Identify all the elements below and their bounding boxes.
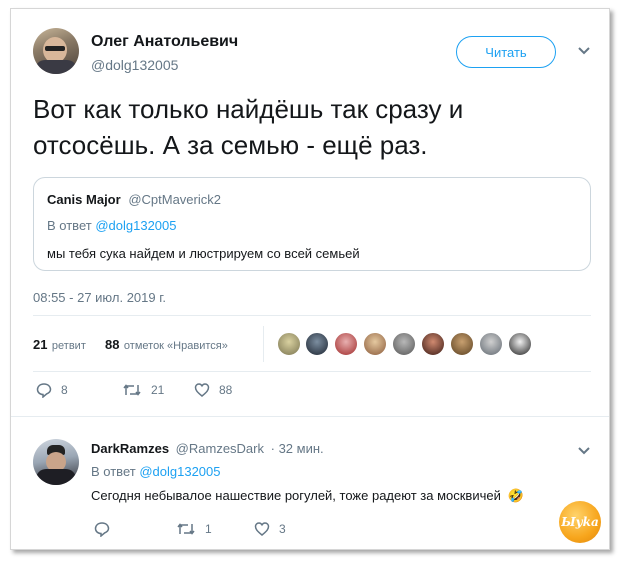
retweet-icon (176, 521, 196, 537)
heart-icon (254, 521, 270, 537)
like-count: 88 (219, 383, 233, 397)
reply-icon (94, 521, 110, 537)
tweet-text-line: отсосёшь. А за семью - ещё раз. (33, 130, 428, 160)
chevron-down-icon[interactable] (577, 43, 591, 59)
author-name[interactable]: Олег Анатольевич (91, 33, 238, 51)
reply-author: DarkRamzes @RamzesDark · 32 мин. (91, 441, 324, 456)
laughing-emoji: 🤣 (507, 488, 524, 503)
divider (33, 371, 591, 372)
tweet-card: Олег Анатольевич @dolg132005 Читать Вот … (10, 8, 610, 550)
reply-count: 8 (61, 383, 68, 397)
quote-reply-to-link[interactable]: @dolg132005 (95, 218, 176, 233)
reply-author-name[interactable]: DarkRamzes (91, 441, 169, 456)
reply-button[interactable]: 8 (36, 382, 68, 398)
reply-text: Сегодня небывалое нашествие рогулей, тож… (91, 488, 501, 503)
quote-reply-context: В ответ @dolg132005 (47, 218, 176, 233)
reply-retweet-button[interactable]: 1 (176, 521, 212, 537)
author-handle[interactable]: @dolg132005 (91, 57, 178, 73)
reply-retweet-count: 1 (205, 522, 212, 536)
liker-avatar[interactable] (450, 332, 474, 356)
retweet-button[interactable]: 21 (122, 382, 164, 398)
chevron-down-icon[interactable] (577, 443, 591, 459)
tweet-text: Вот как только найдёшь так сразу и отсос… (33, 91, 573, 163)
likes-count: 88 (105, 337, 120, 352)
divider (11, 416, 609, 417)
reply-prefix: В ответ (91, 464, 136, 479)
reply-author-avatar[interactable] (33, 439, 79, 485)
reply-like-button[interactable]: 3 (254, 521, 286, 537)
retweet-icon (122, 382, 142, 398)
liker-avatar[interactable] (392, 332, 416, 356)
heart-icon (194, 382, 210, 398)
reply-reply-button[interactable] (94, 521, 119, 537)
liker-avatar[interactable] (363, 332, 387, 356)
divider (33, 315, 591, 316)
stat-divider (263, 326, 264, 362)
reply-like-count: 3 (279, 522, 286, 536)
author-avatar[interactable] (33, 28, 79, 74)
watermark-logo: Ыyka (559, 501, 601, 543)
quote-author-handle: @CptMaverick2 (128, 192, 221, 207)
liker-avatar[interactable] (421, 332, 445, 356)
quoted-tweet[interactable]: Canis Major @CptMaverick2 В ответ @dolg1… (33, 177, 591, 271)
retweet-count: 21 (151, 383, 165, 397)
quote-reply-prefix: В ответ (47, 218, 92, 233)
liker-avatar[interactable] (508, 332, 532, 356)
retweets-label: ретвит (51, 340, 86, 352)
reply-text-row: Сегодня небывалое нашествие рогулей, тож… (91, 488, 524, 504)
reply-to-link[interactable]: @dolg132005 (139, 464, 220, 479)
liker-avatar[interactable] (277, 332, 301, 356)
likes-stat[interactable]: 88 отметок «Нравится» (105, 336, 228, 354)
follow-button[interactable]: Читать (456, 36, 556, 68)
liker-avatar[interactable] (305, 332, 329, 356)
retweets-stat[interactable]: 21 ретвит (33, 336, 86, 354)
tweet-text-line: Вот как только найдёшь так сразу и (33, 94, 464, 124)
watermark-text: Ыyka (561, 515, 599, 529)
reply-context: В ответ @dolg132005 (91, 464, 220, 479)
quote-text: мы тебя сука найдем и люстрируем со всей… (47, 246, 360, 261)
tweet-timestamp[interactable]: 08:55 - 27 июл. 2019 г. (33, 290, 166, 305)
liker-avatar[interactable] (479, 332, 503, 356)
retweets-count: 21 (33, 337, 48, 352)
reply-time[interactable]: · 32 мин. (271, 441, 324, 456)
quote-author: Canis Major @CptMaverick2 (47, 192, 221, 207)
likes-label: отметок «Нравится» (123, 340, 228, 352)
reply-icon (36, 382, 52, 398)
quote-author-name: Canis Major (47, 192, 121, 207)
liker-avatar[interactable] (334, 332, 358, 356)
reply-author-handle[interactable]: @RamzesDark (176, 441, 264, 456)
like-button[interactable]: 88 (194, 382, 232, 398)
